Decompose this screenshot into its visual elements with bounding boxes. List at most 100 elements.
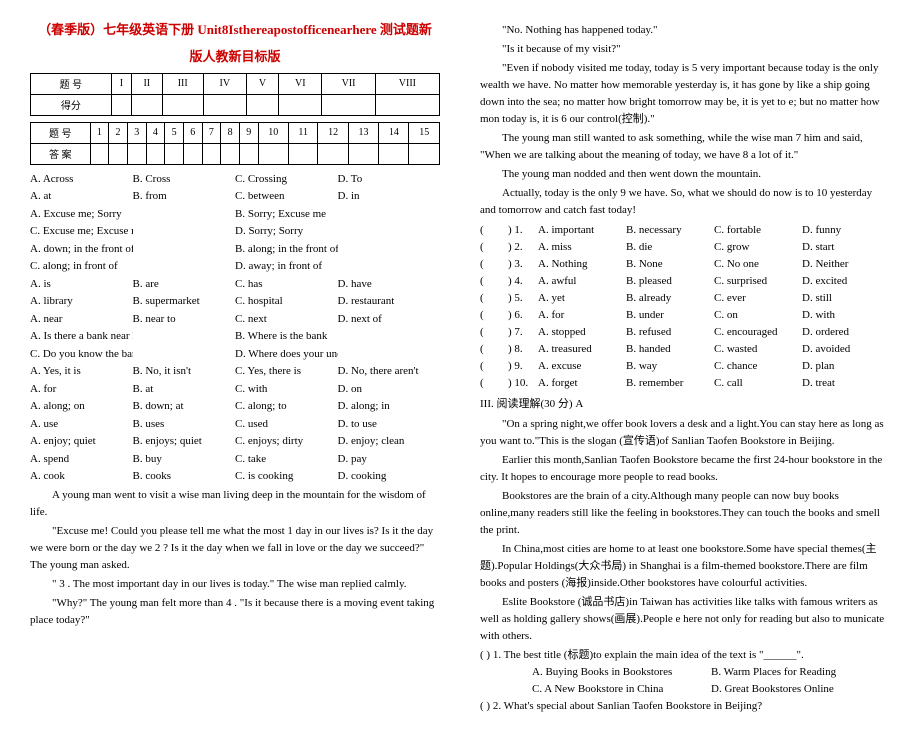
mc-option: A. Yes, it is (30, 363, 133, 380)
cloze-option: D. avoided (802, 341, 890, 358)
mc-row: A. nearB. near toC. nextD. next of (30, 311, 440, 328)
mc-row: A. Is there a bank near hereB. Where is … (30, 328, 440, 345)
mc-option: A. spend (30, 451, 133, 468)
mc-option: C. has (235, 276, 338, 293)
t2-h0: 题 号 (31, 122, 91, 143)
reading-q1: ( ) 1. The best title (标题)to explain the… (480, 647, 890, 664)
cloze-option: B. die (626, 239, 714, 256)
cloze-option: B. under (626, 307, 714, 324)
mc-option (133, 206, 236, 223)
mc-option (338, 241, 441, 258)
mc-option: C. take (235, 451, 338, 468)
mc-option: B. cooks (133, 468, 236, 485)
reading-q1-b: B. Warm Places for Reading (711, 664, 890, 681)
mc-option: C. enjoys; dirty (235, 433, 338, 450)
cloze-option: A. Nothing (538, 256, 626, 273)
cloze-option: C. surprised (714, 273, 802, 290)
mc-option: A. for (30, 381, 133, 398)
mc-option: D. Where does your uncle work (235, 346, 338, 363)
cloze-row: () 2.A. missB. dieC. growD. start (480, 239, 890, 256)
mc-option: C. along; in front of (30, 258, 133, 275)
t1-score-label: 得分 (31, 94, 112, 115)
mc-option: D. No, there aren't (338, 363, 441, 380)
cloze-option: B. handed (626, 341, 714, 358)
mc-row: C. along; in front ofD. away; in front o… (30, 258, 440, 275)
mc-option: D. on (338, 381, 441, 398)
cloze-option: A. forget (538, 375, 626, 392)
cloze-option: D. funny (802, 222, 890, 239)
mc-row: A. libraryB. supermarketC. hospitalD. re… (30, 293, 440, 310)
mc-option: A. use (30, 416, 133, 433)
cloze-options-block: () 1.A. importantB. necessaryC. fortable… (480, 222, 890, 392)
mc-option: B. Sorry; Excuse me (235, 206, 338, 223)
mc-option: C. is cooking (235, 468, 338, 485)
cloze-option: A. yet (538, 290, 626, 307)
cloze-option: D. plan (802, 358, 890, 375)
mc-option: B. uses (133, 416, 236, 433)
mc-row: A. forB. atC. withD. on (30, 381, 440, 398)
mc-option: C. Yes, there is (235, 363, 338, 380)
reading-q1-d: D. Great Bookstores Online (711, 681, 890, 698)
mc-option: A. Excuse me; Sorry (30, 206, 133, 223)
mc-option: C. hospital (235, 293, 338, 310)
cloze-option: C. grow (714, 239, 802, 256)
mc-row: A. enjoy; quietB. enjoys; quietC. enjoys… (30, 433, 440, 450)
col2-p1: "No. Nothing has happened today." (480, 22, 890, 39)
mc-option: D. along; in (338, 398, 441, 415)
mc-option: B. near to (133, 311, 236, 328)
reading-q1-c: C. A New Bookstore in China (532, 681, 711, 698)
mc-row: A. isB. areC. hasD. have (30, 276, 440, 293)
cloze-option: A. awful (538, 273, 626, 290)
mc-option: B. at (133, 381, 236, 398)
cloze-row: () 4.A. awfulB. pleasedC. surprisedD. ex… (480, 273, 890, 290)
t1-h5: V (246, 73, 278, 94)
mc-option: A. Across (30, 171, 133, 188)
reading-q2: ( ) 2. What's special about Sanlian Taof… (480, 698, 890, 715)
mc-option: B. buy (133, 451, 236, 468)
mc-row: C. Excuse me; Excuse me D. Sorry; Sorry (30, 223, 440, 240)
multiple-choice-block: A. AcrossB. CrossC. CrossingD. ToA. atB.… (30, 171, 440, 485)
col2-p2: "Is it because of my visit?" (480, 41, 890, 58)
reading-p1: "On a spring night,we offer book lovers … (480, 416, 890, 450)
mc-option: D. restaurant (338, 293, 441, 310)
t1-h3: III (162, 73, 203, 94)
mc-row: A. down; in the front ofB. along; in the… (30, 241, 440, 258)
mc-option (338, 328, 441, 345)
mc-option (338, 206, 441, 223)
mc-option: A. along; on (30, 398, 133, 415)
mc-option: A. at (30, 188, 133, 205)
mc-row: A. along; onB. down; atC. along; toD. al… (30, 398, 440, 415)
cloze-option: B. refused (626, 324, 714, 341)
cloze-option: D. treat (802, 375, 890, 392)
passage1-p3: " 3 . The most important day in our live… (30, 576, 440, 593)
mc-option: C. Excuse me; Excuse me (30, 223, 133, 240)
cloze-option: B. pleased (626, 273, 714, 290)
cloze-option: C. on (714, 307, 802, 324)
t1-h0: 题 号 (31, 73, 112, 94)
mc-option: A. library (30, 293, 133, 310)
mc-option: D. have (338, 276, 441, 293)
mc-row: A. spendB. buyC. takeD. pay (30, 451, 440, 468)
mc-option (338, 346, 441, 363)
mc-option: D. in (338, 188, 441, 205)
cloze-option: D. with (802, 307, 890, 324)
cloze-option: A. stopped (538, 324, 626, 341)
cloze-row: () 9.A. excuseB. wayC. chanceD. plan (480, 358, 890, 375)
mc-option: A. enjoy; quiet (30, 433, 133, 450)
mc-option: D. cooking (338, 468, 441, 485)
cloze-option: B. necessary (626, 222, 714, 239)
col2-p5: The young man nodded and then went down … (480, 166, 890, 183)
cloze-option: C. call (714, 375, 802, 392)
col2-p6: Actually, today is the only 9 we have. S… (480, 185, 890, 219)
mc-option: A. down; in the front of (30, 241, 133, 258)
cloze-option: A. miss (538, 239, 626, 256)
reading-p2: Earlier this month,Sanlian Taofen Bookst… (480, 452, 890, 486)
mc-option: B. enjoys; quiet (133, 433, 236, 450)
mc-option: B. are (133, 276, 236, 293)
cloze-option: C. encouraged (714, 324, 802, 341)
t1-h7: VII (322, 73, 376, 94)
t1-h2: II (131, 73, 162, 94)
mc-option: D. Sorry; Sorry (235, 223, 338, 240)
cloze-option: A. excuse (538, 358, 626, 375)
section3-heading: III. 阅读理解(30 分) A (480, 396, 890, 414)
